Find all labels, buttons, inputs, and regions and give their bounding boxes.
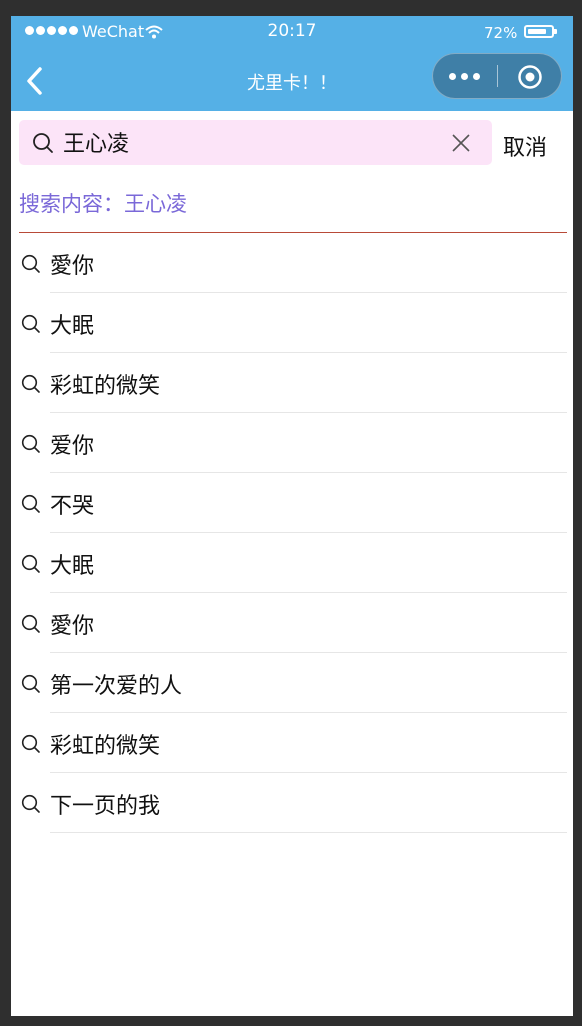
search-icon [21, 434, 40, 453]
search-icon [21, 314, 40, 333]
search-input[interactable] [63, 126, 443, 158]
search-icon [21, 674, 40, 693]
search-icon [21, 554, 40, 573]
battery-percent: 72% [484, 24, 518, 42]
result-item[interactable]: 大眠 [11, 533, 573, 593]
result-item[interactable]: 第一次爱的人 [11, 653, 573, 713]
target-circle-icon[interactable] [517, 64, 543, 90]
status-bar: WeChat 20:17 72% [11, 16, 573, 48]
result-item[interactable]: 下一页的我 [11, 773, 573, 833]
result-text: 下一页的我 [50, 794, 161, 819]
battery-icon [524, 25, 557, 38]
result-item[interactable]: 大眠 [11, 293, 573, 353]
result-item[interactable]: 爱你 [11, 413, 573, 473]
result-text: 爱你 [50, 434, 95, 459]
search-box[interactable] [19, 120, 492, 165]
result-item[interactable]: 不哭 [11, 473, 573, 533]
result-text: 彩虹的微笑 [50, 374, 161, 399]
search-icon [21, 374, 40, 393]
search-icon [21, 794, 40, 813]
search-icon [21, 494, 40, 513]
top-bar: WeChat 20:17 72% 尤里卡！！ [11, 16, 573, 111]
result-text: 大眠 [50, 554, 95, 579]
result-text: 愛你 [50, 254, 95, 279]
search-query-label: 搜索内容：王心凌 [19, 192, 187, 216]
result-text: 第一次爱的人 [50, 674, 183, 699]
result-text: 愛你 [50, 614, 95, 639]
result-text: 大眠 [50, 314, 95, 339]
result-item[interactable]: 愛你 [11, 233, 573, 293]
result-item[interactable]: 彩虹的微笑 [11, 713, 573, 773]
search-icon [21, 254, 40, 273]
clear-icon[interactable] [450, 132, 472, 154]
result-text: 彩虹的微笑 [50, 734, 161, 759]
phone-screen: WeChat 20:17 72% 尤里卡！！ 王心凌 取消 搜索内容：王心凌 愛… [11, 16, 573, 1016]
search-row: 取消 [11, 120, 573, 168]
capsule-divider [497, 65, 498, 87]
mini-program-capsule [432, 53, 562, 99]
cancel-button[interactable]: 取消 [503, 130, 547, 162]
row-divider [50, 832, 567, 833]
search-icon [33, 133, 53, 153]
search-icon [21, 614, 40, 633]
search-icon [21, 734, 40, 753]
more-dots-icon[interactable] [433, 54, 497, 98]
result-item[interactable]: 愛你 [11, 593, 573, 653]
result-text: 不哭 [50, 494, 95, 519]
result-item[interactable]: 彩虹的微笑 [11, 353, 573, 413]
results-list: 愛你 大眠 彩虹的微笑 爱你 不哭 大眠 愛你 第一次爱的人 彩虹的微笑 下一页… [11, 233, 573, 833]
